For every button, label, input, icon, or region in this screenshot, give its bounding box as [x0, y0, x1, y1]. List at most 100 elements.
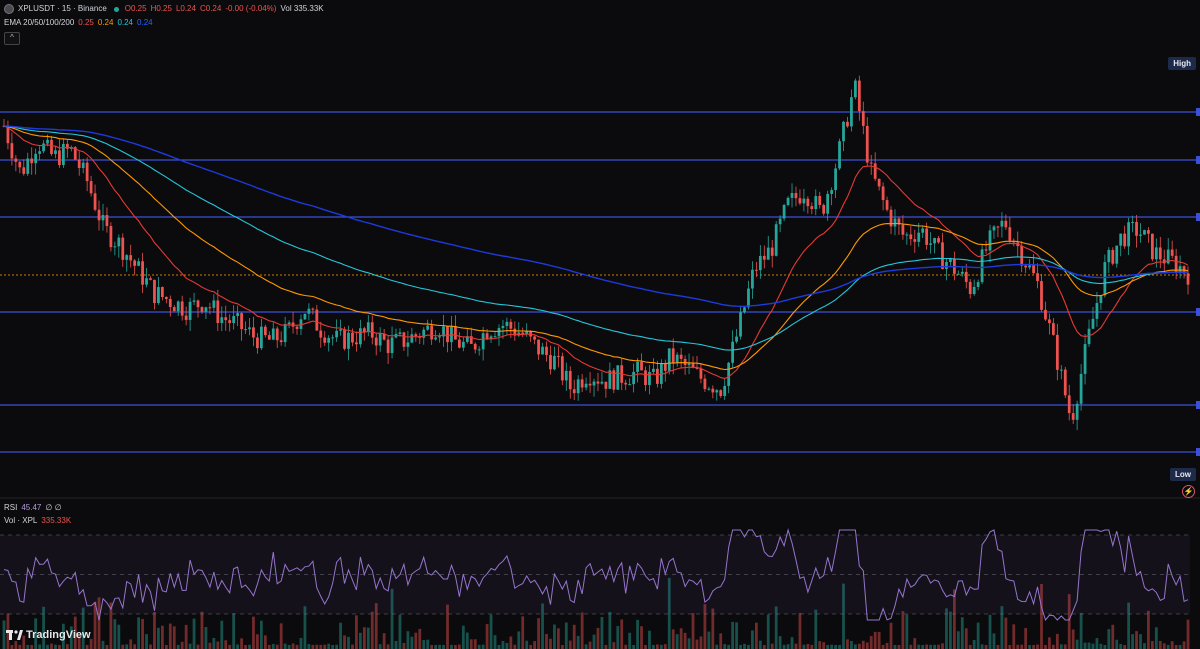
- candle-body: [446, 326, 449, 343]
- candle-body: [1119, 233, 1123, 246]
- volume-bar: [509, 636, 513, 649]
- candle-body: [731, 341, 735, 363]
- candle-body: [1063, 369, 1067, 396]
- volume-bar: [473, 639, 477, 649]
- candle-body: [1131, 222, 1134, 224]
- volume-bar: [945, 608, 948, 649]
- candle-body: [374, 337, 378, 346]
- candle-body: [38, 151, 42, 154]
- candle-body: [1083, 344, 1087, 374]
- ema-legend[interactable]: EMA 20/50/100/200 0.25 0.24 0.24 0.24: [4, 18, 153, 28]
- level-handle-4[interactable]: [1196, 401, 1200, 409]
- candle-body: [180, 301, 184, 316]
- volume-bar: [762, 644, 766, 649]
- ohlc-close: C0.24: [199, 4, 222, 13]
- candle-body: [315, 309, 319, 331]
- volume-bar: [909, 644, 913, 649]
- volume-bar: [323, 644, 327, 649]
- volume-bar: [101, 640, 105, 649]
- volume-bar: [972, 639, 976, 649]
- volume-bar: [675, 634, 679, 649]
- volume-bar: [54, 644, 57, 649]
- volume-bar: [1158, 640, 1162, 649]
- candle-body: [846, 121, 849, 127]
- volume-bar: [1154, 627, 1158, 649]
- price-chart-canvas[interactable]: [0, 0, 1200, 649]
- volume-bar: [1107, 629, 1111, 649]
- volume-bar: [556, 628, 560, 649]
- volume-bar: [339, 622, 342, 649]
- volume-bar: [671, 629, 675, 649]
- volume-bar: [1032, 644, 1035, 649]
- volume-bar: [30, 644, 34, 649]
- volume-bar: [584, 644, 588, 649]
- volume-bar: [378, 644, 382, 649]
- candle-body: [972, 286, 976, 295]
- volume-legend[interactable]: Vol · XPL 335.33K: [4, 516, 71, 526]
- volume-bar: [1059, 644, 1063, 649]
- candle-body: [224, 317, 228, 321]
- volume-bar: [291, 643, 295, 649]
- candle-body: [77, 159, 81, 168]
- volume-bar: [766, 614, 770, 649]
- tradingview-logo[interactable]: TradingView: [6, 629, 91, 641]
- candle-body: [378, 333, 382, 346]
- candle-body: [121, 237, 125, 260]
- candle-body: [600, 381, 604, 384]
- candle-body: [426, 325, 430, 330]
- volume-bar: [786, 644, 790, 649]
- level-handle-5[interactable]: [1196, 448, 1200, 456]
- volume-bar: [1147, 610, 1150, 649]
- volume-bar: [1016, 644, 1020, 649]
- rsi-value: 45.47: [21, 503, 42, 512]
- volume-bar: [382, 633, 386, 649]
- volume-bar: [196, 644, 200, 649]
- volume-bar: [121, 644, 125, 649]
- volume-bar: [743, 643, 746, 649]
- volume-bar: [220, 620, 224, 649]
- rsi-legend[interactable]: RSI 45.47 ∅ ∅: [4, 503, 62, 513]
- candle-body: [1143, 230, 1146, 235]
- lightning-icon[interactable]: ⚡: [1182, 485, 1195, 498]
- volume-bar: [394, 641, 398, 649]
- volume-bar: [751, 630, 754, 649]
- volume-bar: [469, 639, 473, 649]
- volume-bar: [188, 643, 192, 649]
- candle-body: [89, 181, 93, 194]
- candle-body: [454, 326, 457, 340]
- volume-bar: [149, 644, 152, 649]
- candle-body: [287, 322, 291, 325]
- level-handle-1[interactable]: [1196, 156, 1200, 164]
- volume-bar: [937, 644, 940, 649]
- candle-body: [992, 226, 996, 231]
- candle-body: [921, 228, 925, 233]
- volume-bar: [663, 644, 667, 649]
- candle-body: [715, 390, 719, 393]
- candle-body: [208, 307, 212, 309]
- volume-bar: [885, 642, 889, 649]
- candle-body: [283, 324, 287, 343]
- candle-body: [105, 214, 109, 227]
- volume-bar: [50, 643, 53, 649]
- candle-body: [477, 349, 481, 351]
- volume-bar: [683, 632, 687, 649]
- candle-body: [881, 186, 885, 201]
- collapse-legend-button[interactable]: ^: [4, 32, 20, 45]
- level-handle-2[interactable]: [1196, 213, 1200, 221]
- volume-bar: [747, 644, 750, 649]
- volume-bar: [505, 642, 509, 649]
- candle-body: [572, 389, 576, 394]
- volume-bar: [1004, 617, 1008, 649]
- candle-body: [351, 332, 354, 343]
- candle-body: [10, 143, 14, 159]
- ohlc-high: H0.25: [150, 4, 172, 13]
- volume-bar: [267, 644, 271, 649]
- volume-bar: [624, 644, 628, 649]
- level-handle-3[interactable]: [1196, 308, 1200, 316]
- volume-bar: [2, 620, 6, 649]
- volume-bar: [976, 622, 980, 649]
- level-handle-0[interactable]: [1196, 108, 1200, 116]
- candle-body: [1059, 369, 1063, 371]
- chevron-up-icon: ^: [10, 33, 14, 42]
- candle-body: [339, 329, 342, 331]
